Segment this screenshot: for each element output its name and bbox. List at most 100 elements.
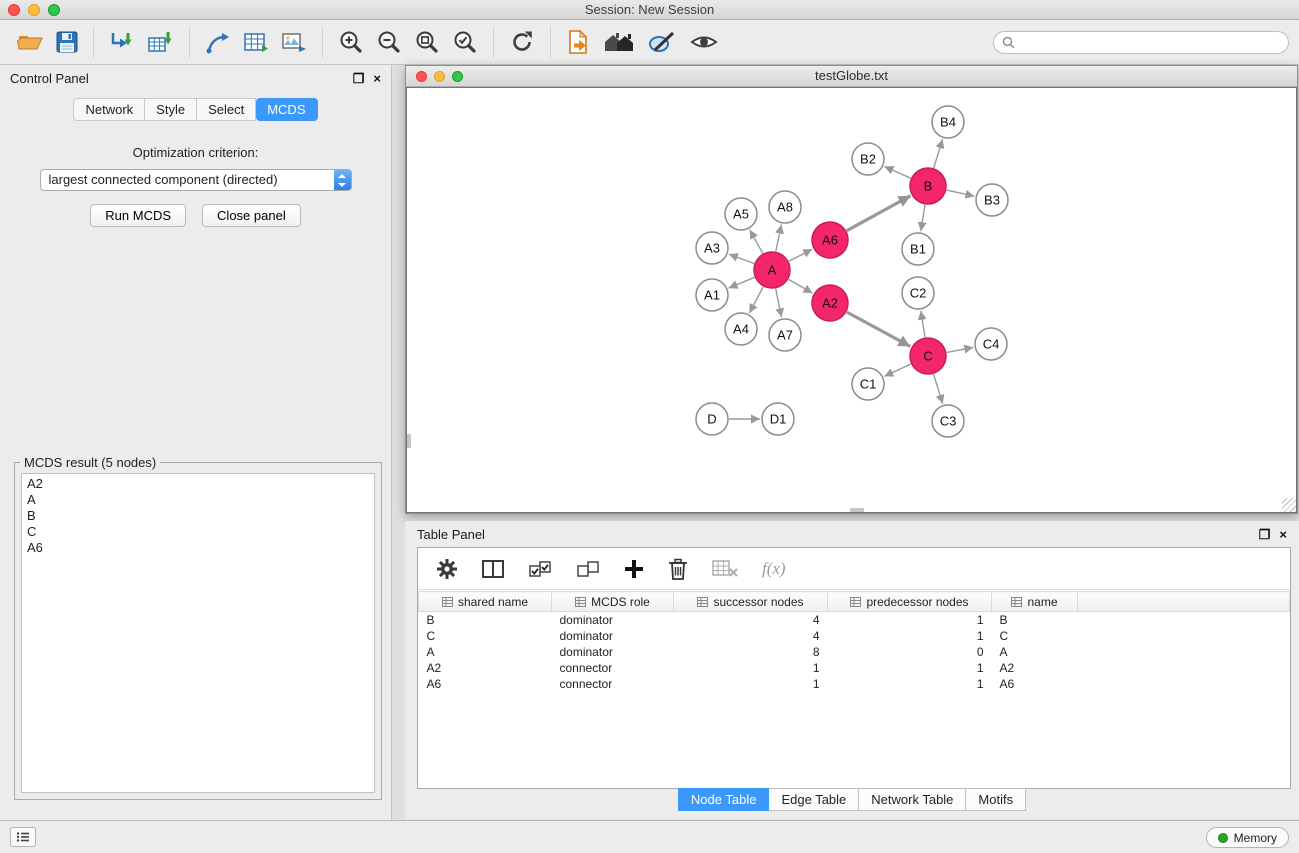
table-row[interactable]: A6connector11A6 <box>419 676 1290 692</box>
tab-network-table[interactable]: Network Table <box>859 788 966 811</box>
select-all-button[interactable] <box>528 559 552 579</box>
graph-edge-C-C4[interactable] <box>947 347 974 352</box>
new-table-button[interactable] <box>237 28 275 56</box>
graph-node-B2[interactable]: B2 <box>852 143 884 175</box>
graph-edge-B-B4[interactable] <box>934 139 943 168</box>
graph-edge-A2-C[interactable] <box>847 312 911 347</box>
mcds-result-item[interactable]: B <box>27 508 369 524</box>
graph-edge-B-B3[interactable] <box>947 190 975 196</box>
export-image-button[interactable] <box>275 28 313 56</box>
graph-node-C2[interactable]: C2 <box>902 277 934 309</box>
tab-style[interactable]: Style <box>145 98 197 121</box>
column-header-successor-nodes[interactable]: successor nodes <box>674 592 828 612</box>
save-session-button[interactable] <box>50 29 84 55</box>
tab-mcds[interactable]: MCDS <box>256 98 317 121</box>
mcds-result-item[interactable]: A2 <box>27 476 369 492</box>
close-panel-button[interactable]: Close panel <box>202 204 301 227</box>
float-panel-icon[interactable]: ❐ <box>353 72 365 85</box>
graph-edge-A-A3[interactable] <box>729 254 754 263</box>
home-view-button[interactable] <box>597 28 641 56</box>
column-header-name[interactable]: name <box>992 592 1078 612</box>
delete-column-button[interactable] <box>668 558 688 580</box>
graph-node-A7[interactable]: A7 <box>769 319 801 351</box>
show-hide-button[interactable] <box>683 29 725 55</box>
graph-node-A1[interactable]: A1 <box>696 279 728 311</box>
graph-node-B[interactable]: B <box>910 168 946 204</box>
tab-motifs[interactable]: Motifs <box>966 788 1026 811</box>
graph-node-A2[interactable]: A2 <box>812 285 848 321</box>
column-header-shared-name[interactable]: shared name <box>419 592 552 612</box>
table-row[interactable]: Bdominator41B <box>419 612 1290 628</box>
zoom-out-button[interactable] <box>370 27 408 57</box>
zoom-window-button[interactable] <box>48 4 60 16</box>
apply-style-button[interactable] <box>641 28 683 56</box>
graph-edge-A-A1[interactable] <box>729 277 755 288</box>
graph-node-A8[interactable]: A8 <box>769 191 801 223</box>
minimize-network-window-button[interactable] <box>434 71 445 82</box>
search-input[interactable] <box>1020 35 1280 49</box>
tab-node-table[interactable]: Node Table <box>678 788 770 811</box>
run-mcds-button[interactable]: Run MCDS <box>90 204 186 227</box>
graph-node-A6[interactable]: A6 <box>812 222 848 258</box>
graph-edge-C-C3[interactable] <box>934 374 943 404</box>
import-table-button[interactable] <box>141 28 180 56</box>
graph-node-C3[interactable]: C3 <box>932 405 964 437</box>
export-document-button[interactable] <box>560 27 597 57</box>
tab-network[interactable]: Network <box>73 98 145 121</box>
graph-node-A5[interactable]: A5 <box>725 198 757 230</box>
graph-edge-A6-B[interactable] <box>847 196 911 231</box>
zoom-fit-button[interactable] <box>408 27 446 57</box>
table-settings-button[interactable] <box>436 558 458 580</box>
float-table-panel-icon[interactable]: ❐ <box>1259 528 1271 541</box>
graph-edge-A-A4[interactable] <box>749 287 763 313</box>
tab-edge-table[interactable]: Edge Table <box>769 788 859 811</box>
tab-select[interactable]: Select <box>197 98 256 121</box>
task-history-button[interactable] <box>10 827 36 847</box>
graph-edge-A-A7[interactable] <box>776 289 782 318</box>
mcds-result-item[interactable]: A6 <box>27 540 369 556</box>
deselect-all-button[interactable] <box>576 559 600 579</box>
graph-edge-A-A2[interactable] <box>789 279 813 293</box>
graph-node-B4[interactable]: B4 <box>932 106 964 138</box>
show-columns-button[interactable] <box>482 559 504 579</box>
minimize-window-button[interactable] <box>28 4 40 16</box>
graph-node-B3[interactable]: B3 <box>976 184 1008 216</box>
function-builder-button[interactable]: f(x) <box>762 559 786 579</box>
network-canvas[interactable]: B4B2BB3A8A5A6B1A3AC2A1A2A4A7C4CC1DD1C3 <box>406 87 1297 513</box>
column-header-mcds-role[interactable]: MCDS role <box>552 592 674 612</box>
graph-node-C[interactable]: C <box>910 338 946 374</box>
network-window-titlebar[interactable]: testGlobe.txt <box>406 66 1297 87</box>
graph-edge-A-A5[interactable] <box>750 230 763 254</box>
close-table-panel-icon[interactable]: × <box>1279 528 1287 541</box>
canvas-scroll-nub-left[interactable] <box>407 434 411 448</box>
window-resize-grip[interactable] <box>1282 498 1296 512</box>
close-window-button[interactable] <box>8 4 20 16</box>
graph-edge-A-A6[interactable] <box>789 249 812 261</box>
graph-node-B1[interactable]: B1 <box>902 233 934 265</box>
mcds-result-item[interactable]: A <box>27 492 369 508</box>
table-row[interactable]: Adominator80A <box>419 644 1290 660</box>
graph-node-A3[interactable]: A3 <box>696 232 728 264</box>
search-box[interactable] <box>993 31 1289 54</box>
add-column-button[interactable] <box>624 559 644 579</box>
table-row[interactable]: Cdominator41C <box>419 628 1290 644</box>
graph-node-A4[interactable]: A4 <box>725 313 757 345</box>
zoom-selected-button[interactable] <box>446 27 484 57</box>
delete-table-button[interactable] <box>712 560 738 578</box>
canvas-scroll-nub-bottom[interactable] <box>850 508 864 512</box>
graph-edge-A-A8[interactable] <box>776 225 782 252</box>
column-header-predecessor-nodes[interactable]: predecessor nodes <box>828 592 992 612</box>
close-network-window-button[interactable] <box>416 71 427 82</box>
open-session-button[interactable] <box>10 28 50 56</box>
criterion-dropdown[interactable]: largest connected component (directed) <box>40 169 352 191</box>
graph-edge-C-C1[interactable] <box>884 364 911 376</box>
graph-edge-B-B2[interactable] <box>884 166 910 178</box>
graph-node-D1[interactable]: D1 <box>762 403 794 435</box>
graph-edge-B-B1[interactable] <box>921 205 925 231</box>
new-network-button[interactable] <box>199 28 237 56</box>
import-network-button[interactable] <box>103 28 141 56</box>
refresh-layout-button[interactable] <box>503 27 541 57</box>
close-panel-icon[interactable]: × <box>373 72 381 85</box>
zoom-in-button[interactable] <box>332 27 370 57</box>
graph-node-D[interactable]: D <box>696 403 728 435</box>
